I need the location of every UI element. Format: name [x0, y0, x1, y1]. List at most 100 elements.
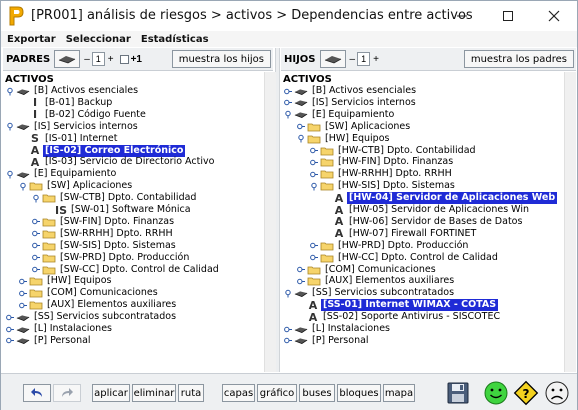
sad-face-button[interactable] [542, 379, 572, 407]
expanded-toggle-icon[interactable] [6, 170, 14, 179]
close-button[interactable] [531, 1, 577, 31]
tree-toggle[interactable] [284, 336, 292, 345]
undo-button[interactable] [23, 384, 51, 402]
expanded-toggle-icon[interactable] [297, 134, 305, 143]
collapsed-toggle-icon[interactable] [284, 87, 292, 96]
tree-toggle[interactable] [310, 182, 318, 191]
collapsed-toggle-icon[interactable] [19, 277, 27, 286]
tree-node[interactable]: [SS] Servicios subcontratados [284, 287, 456, 299]
tree-toggle[interactable] [297, 134, 305, 143]
depth-minus-button[interactable]: – [84, 54, 90, 65]
tree-node[interactable]: A [HW-07] Firewall FORTINET [323, 227, 478, 240]
tree-toggle[interactable] [310, 253, 318, 262]
tree-node[interactable]: [HW-SIS] Dpto. Sistemas [310, 180, 457, 192]
map-button[interactable]: mapa [383, 384, 415, 402]
tree-toggle[interactable] [32, 194, 40, 203]
tree-toggle[interactable] [297, 265, 305, 274]
blocks-button[interactable]: bloques [337, 384, 381, 402]
tree-node[interactable]: I [B-01] Backup [19, 96, 114, 109]
collapsed-toggle-icon[interactable] [6, 325, 14, 334]
depth-plus-button[interactable]: + [373, 54, 379, 65]
tree-node[interactable]: [HW-RRHH] Dpto. RRHH [310, 168, 454, 180]
collapsed-toggle-icon[interactable] [6, 336, 14, 345]
tree-node[interactable]: I [B-02] Código Fuente [19, 108, 148, 121]
tree-node[interactable]: [IS] Servicios internos [6, 121, 140, 133]
tree-node[interactable]: A [SS-02] Soporte Antivirus - SISCOTEC [297, 311, 502, 324]
tree-toggle[interactable] [6, 325, 14, 334]
tree-node[interactable]: [P] Personal [6, 335, 93, 347]
collapsed-toggle-icon[interactable] [32, 217, 40, 226]
tree-node[interactable]: [HW-CC] Dpto. Control de Calidad [310, 252, 500, 264]
tree-toggle[interactable] [310, 241, 318, 250]
tree-toggle[interactable] [297, 122, 305, 131]
graph-button[interactable]: gráfico [257, 384, 297, 402]
tree-toggle[interactable] [310, 170, 318, 179]
buses-button[interactable]: buses [299, 384, 335, 402]
tree-node[interactable]: [HW-PRD] Dpto. Producción [310, 240, 470, 252]
collapsed-toggle-icon[interactable] [19, 289, 27, 298]
collapsed-toggle-icon[interactable] [19, 301, 27, 310]
tree-node[interactable]: A [IS-02] Correo Electrónico [19, 144, 186, 157]
tree-node[interactable]: [B] Activos esenciales [284, 85, 418, 97]
collapsed-toggle-icon[interactable] [297, 265, 305, 274]
depth-field[interactable]: 1 [91, 52, 105, 66]
tree-node[interactable]: [AUX] Elementos auxiliares [19, 299, 178, 311]
tree-node[interactable]: S [IS-01] Internet [19, 132, 120, 145]
tree-toggle[interactable] [6, 170, 14, 179]
depth-minus-button[interactable]: – [350, 54, 356, 65]
collapsed-toggle-icon[interactable] [310, 170, 318, 179]
tree-node[interactable]: [SW] Aplicaciones [297, 121, 412, 133]
show-parents-button[interactable]: muestra los padres [463, 50, 574, 68]
tree-toggle[interactable] [284, 98, 292, 107]
tree-node[interactable]: A [HW-06] Servidor de Bases de Datos [323, 215, 524, 228]
tree-node[interactable]: IS [SW-01] Software Mónica [45, 204, 193, 217]
collapsed-toggle-icon[interactable] [297, 122, 305, 131]
tree-node[interactable]: [B] Activos esenciales [6, 85, 140, 97]
tree-toggle[interactable] [32, 229, 40, 238]
collapsed-toggle-icon[interactable] [284, 336, 292, 345]
happy-face-button[interactable] [481, 379, 511, 407]
expanded-toggle-icon[interactable] [6, 87, 14, 96]
tree-node[interactable]: [L] Instalaciones [284, 323, 392, 335]
parents-scrollbar[interactable] [264, 72, 276, 372]
collapsed-toggle-icon[interactable] [32, 229, 40, 238]
tree-node[interactable]: [HW] Equipos [297, 133, 391, 145]
tree-node[interactable]: [AUX] Elementos auxiliares [297, 275, 456, 287]
depth-plus-button[interactable]: + [108, 54, 114, 65]
tree-node[interactable]: A [HW-04] Servidor de Aplicaciones Web [323, 192, 558, 205]
save-button[interactable] [443, 379, 473, 407]
tree-node[interactable]: [IS] Servicios internos [284, 97, 418, 109]
show-children-button[interactable]: muestra los hijos [171, 50, 271, 68]
tree-toggle[interactable] [32, 265, 40, 274]
tree-node[interactable]: [E] Equipamiento [6, 168, 118, 180]
collapsed-toggle-icon[interactable] [297, 277, 305, 286]
collapsed-toggle-icon[interactable] [284, 98, 292, 107]
tree-node[interactable]: A [HW-05] Servidor de Aplicaciones Win [323, 204, 531, 217]
children-scrollbar[interactable] [564, 72, 576, 372]
collapsed-toggle-icon[interactable] [6, 313, 14, 322]
tree-toggle[interactable] [19, 289, 27, 298]
collapsed-toggle-icon[interactable] [32, 241, 40, 250]
path-button[interactable]: ruta [178, 384, 204, 402]
collapsed-toggle-icon[interactable] [310, 253, 318, 262]
tree-node[interactable]: [SW-FIN] Dpto. Finanzas [32, 216, 176, 228]
collapsed-toggle-icon[interactable] [310, 158, 318, 167]
tree-toggle[interactable] [6, 336, 14, 345]
tree-node[interactable]: [L] Instalaciones [6, 323, 114, 335]
tree-toggle[interactable] [6, 87, 14, 96]
collapsed-toggle-icon[interactable] [284, 325, 292, 334]
expanded-toggle-icon[interactable] [284, 289, 292, 298]
tree-toggle[interactable] [284, 110, 292, 119]
expanded-toggle-icon[interactable] [32, 194, 40, 203]
plus1-checkbox[interactable] [119, 54, 129, 64]
expanded-toggle-icon[interactable] [310, 182, 318, 191]
tree-toggle[interactable] [19, 182, 27, 191]
tree-node[interactable]: [P] Personal [284, 335, 371, 347]
tree-node[interactable]: [SW] Aplicaciones [19, 180, 134, 192]
tree-toggle[interactable] [284, 325, 292, 334]
collapsed-toggle-icon[interactable] [310, 241, 318, 250]
tree-node[interactable]: [SW-CC] Dpto. Control de Calidad [32, 264, 221, 276]
tree-node[interactable]: [SS] Servicios subcontratados [6, 311, 178, 323]
tree-toggle[interactable] [310, 158, 318, 167]
delete-button[interactable]: eliminar [132, 384, 176, 402]
